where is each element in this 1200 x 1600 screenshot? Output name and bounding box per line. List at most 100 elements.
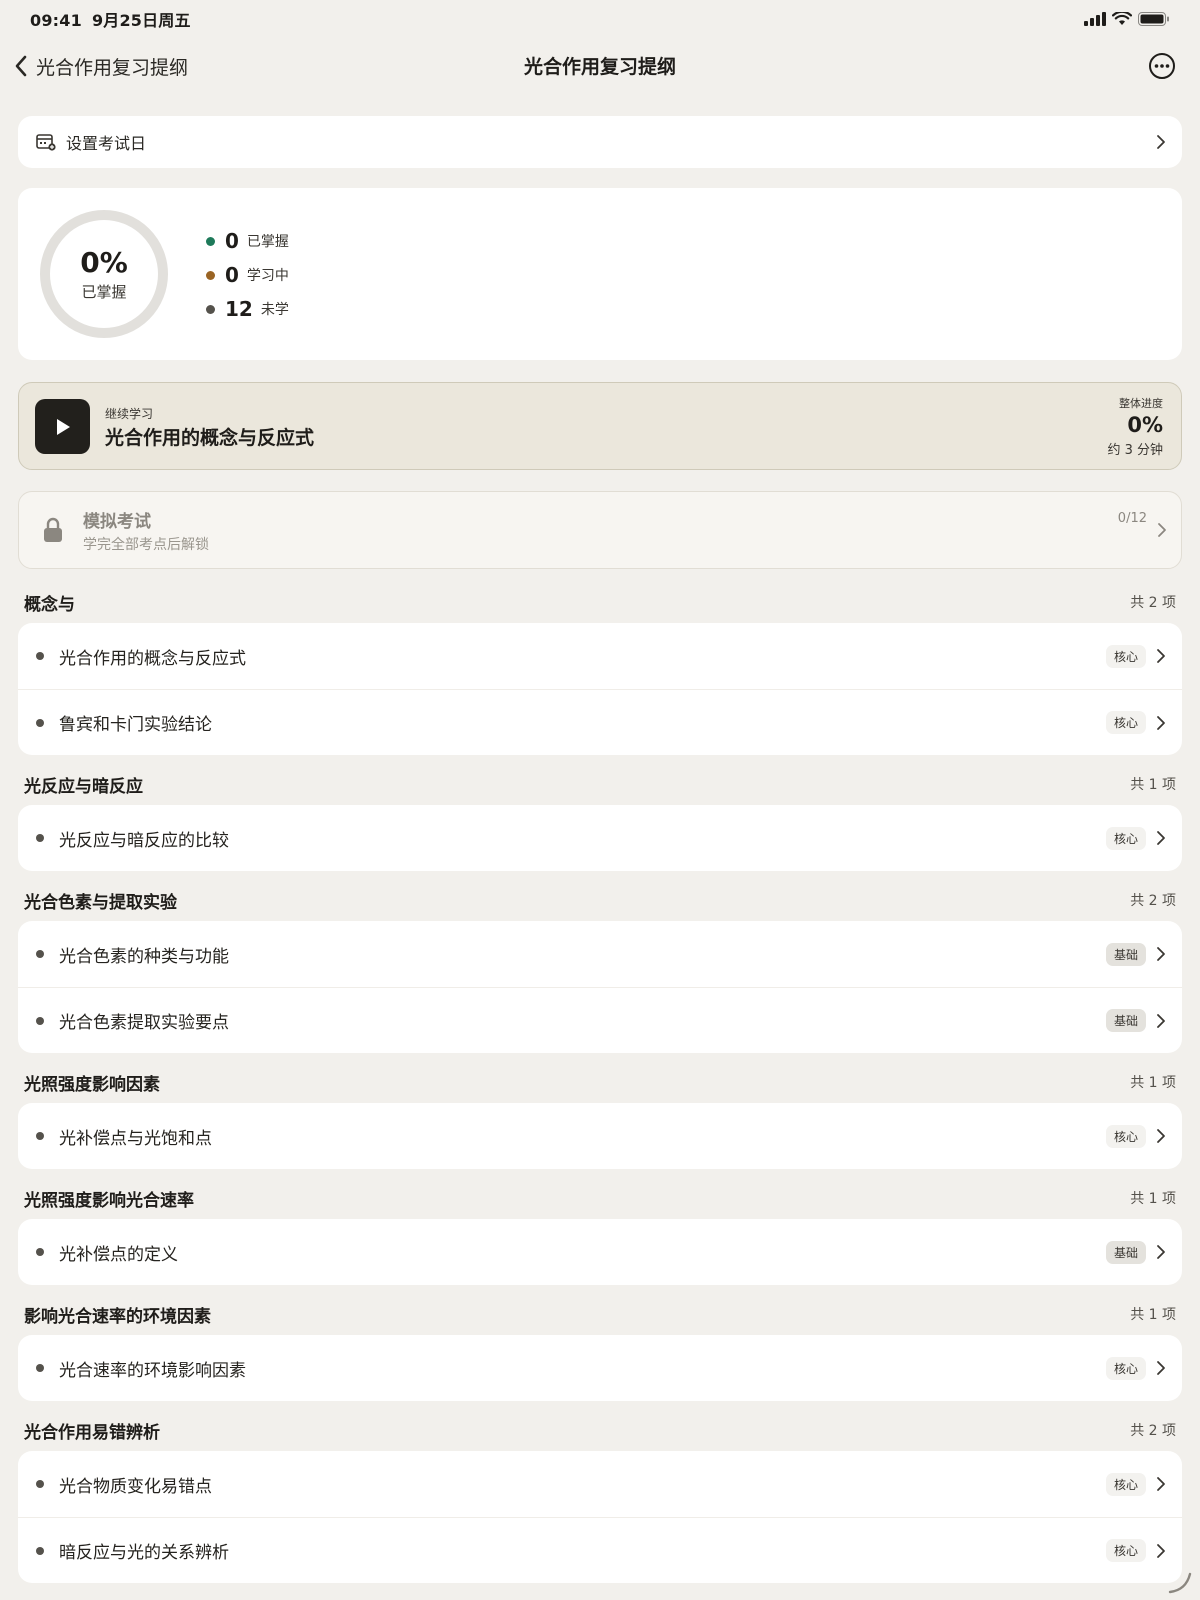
section-list: 光合色素的种类与功能 基础 光合色素提取实验要点 基础: [18, 921, 1182, 1053]
mock-exam-title: 模拟考试: [83, 512, 151, 532]
chevron-right-icon: [1157, 831, 1165, 845]
section-count: 共 1 项: [1130, 777, 1176, 793]
item-label: 光反应与暗反应的比较: [59, 830, 229, 851]
bullet: [36, 1248, 44, 1256]
legend-label: 已掌握: [246, 234, 289, 250]
more-horizontal-icon: [1149, 53, 1175, 79]
time-estimate: 约 3 分钟: [1107, 443, 1163, 458]
overall-progress: 整体进度 0% 约 3 分钟: [1107, 395, 1163, 458]
chevron-right-icon: [1157, 1477, 1165, 1491]
bullet: [36, 1016, 44, 1025]
item-tag: 核心: [1105, 826, 1146, 850]
list-item[interactable]: 光合速率的环境影响因素 核心: [18, 1335, 1182, 1401]
section-count: 共 2 项: [1130, 1423, 1176, 1439]
legend-count: 0: [225, 263, 239, 287]
section-title: 光合色素与提取实验: [24, 892, 177, 913]
status-icons: [1084, 12, 1170, 26]
item-tag: 基础: [1105, 942, 1146, 966]
list-item[interactable]: 光补偿点的定义 基础: [18, 1219, 1182, 1285]
clock-time: 09:41: [30, 11, 82, 30]
item-label: 光补偿点与光饱和点: [59, 1128, 212, 1149]
list-item[interactable]: 光合物质变化易错点 核心: [18, 1451, 1182, 1517]
mastery-legend: 0 已掌握 0 学习中 12 未学: [188, 224, 289, 326]
bullet: [36, 718, 44, 727]
section-title: 光照强度影响光合速率: [24, 1190, 194, 1211]
legend-learning: 0 学习中: [188, 258, 289, 292]
list-item[interactable]: 光合色素提取实验要点 基础: [18, 987, 1182, 1053]
bullet: [36, 652, 44, 660]
chevron-right-icon: [1157, 1543, 1165, 1558]
section-header: 光照强度影响因素 共 1 项: [24, 1069, 1176, 1095]
more-options-button[interactable]: [1148, 52, 1176, 80]
section-list: 光合作用的概念与反应式 核心 鲁宾和卡门实验结论 核心: [18, 623, 1182, 755]
section-title: 概念与: [24, 594, 75, 615]
item-tag: 核心: [1105, 1539, 1146, 1562]
back-button[interactable]: 光合作用复习提纲: [14, 50, 188, 82]
item-tag: 核心: [1105, 711, 1146, 734]
section-list: 光补偿点与光饱和点 核心: [18, 1103, 1182, 1169]
list-item[interactable]: 光补偿点与光饱和点 核心: [18, 1103, 1182, 1169]
legend-dot: [206, 270, 215, 280]
mastery-percent: 0%: [80, 245, 128, 279]
item-tag: 核心: [1105, 1472, 1146, 1496]
continue-learning-title: 光合作用的概念与反应式: [105, 427, 315, 449]
section-title: 影响光合速率的环境因素: [24, 1306, 211, 1327]
item-tag: 基础: [1105, 1240, 1146, 1264]
list-item[interactable]: 鲁宾和卡门实验结论 核心: [18, 689, 1182, 755]
legend-dot: [206, 236, 215, 246]
chevron-right-icon: [1157, 715, 1165, 730]
item-label: 光合物质变化易错点: [59, 1476, 212, 1497]
play-button[interactable]: [35, 399, 90, 454]
bullet: [36, 1364, 44, 1372]
overall-progress-label: 整体进度: [1119, 397, 1163, 410]
section-list: 光合速率的环境影响因素 核心: [18, 1335, 1182, 1401]
section-count: 共 1 项: [1130, 1075, 1176, 1091]
battery-icon: [1138, 12, 1169, 26]
list-item[interactable]: 暗反应与光的关系辨析 核心: [18, 1517, 1182, 1583]
item-label: 光合作用的概念与反应式: [59, 648, 246, 669]
list-item[interactable]: 光合作用的概念与反应式 核心: [18, 623, 1182, 689]
section-count: 共 2 项: [1130, 595, 1176, 611]
mock-exam-card[interactable]: 模拟考试 学完全部考点后解锁 0/12: [18, 491, 1182, 569]
chevron-right-icon: [1158, 523, 1166, 537]
section-list: 光反应与暗反应的比较 核心: [18, 805, 1182, 871]
section-title: 光反应与暗反应: [24, 776, 143, 797]
chevron-right-icon: [1157, 1361, 1165, 1375]
set-exam-date-label: 设置考试日: [66, 134, 147, 153]
section-header: 光合色素与提取实验 共 2 项: [24, 887, 1176, 913]
clock-date: 9月25日周五: [91, 11, 191, 30]
list-item[interactable]: 光合色素的种类与功能 基础: [18, 921, 1182, 987]
back-button-label: 光合作用复习提纲: [36, 56, 189, 79]
legend-count: 12: [225, 297, 253, 321]
status-time: 09:41 9月25日周五: [30, 7, 191, 31]
mastery-stats-card: 0% 已掌握 0 已掌握 0 学习中 12 未学: [18, 188, 1182, 360]
resize-handle-icon: [1168, 1572, 1192, 1594]
bullet: [36, 1546, 44, 1555]
section-header: 概念与 共 2 项: [24, 589, 1176, 615]
wifi-icon: [1112, 12, 1132, 25]
section-header: 影响光合速率的环境因素 共 1 项: [24, 1301, 1176, 1327]
chevron-right-icon: [1157, 947, 1165, 961]
bullet: [36, 950, 44, 958]
section-header: 光照强度影响光合速率 共 1 项: [24, 1185, 1176, 1211]
set-exam-date-row[interactable]: 设置考试日: [18, 116, 1182, 168]
item-label: 暗反应与光的关系辨析: [59, 1543, 229, 1563]
chevron-right-icon: [1157, 649, 1165, 663]
item-label: 光补偿点的定义: [59, 1244, 178, 1265]
item-label: 光合色素提取实验要点: [59, 1013, 229, 1033]
calendar-icon: [36, 134, 56, 151]
item-label: 光合色素的种类与功能: [59, 946, 229, 967]
chevron-right-icon: [1157, 1013, 1165, 1028]
section-title: 光合作用易错辨析: [24, 1422, 160, 1443]
mastery-ring-text: 0% 已掌握: [38, 208, 170, 340]
bullet: [36, 834, 44, 842]
legend-label: 未学: [260, 302, 289, 318]
mock-exam-count: 0/12: [1117, 511, 1147, 526]
legend-mastered: 0 已掌握: [188, 224, 289, 258]
chevron-right-icon: [1157, 1245, 1165, 1259]
status-bar: 09:41 9月25日周五: [0, 0, 1200, 38]
legend-label: 学习中: [246, 268, 289, 284]
bullet: [36, 1480, 44, 1488]
continue-learning-card[interactable]: 继续学习 光合作用的概念与反应式 整体进度 0% 约 3 分钟: [18, 382, 1182, 470]
list-item[interactable]: 光反应与暗反应的比较 核心: [18, 805, 1182, 871]
